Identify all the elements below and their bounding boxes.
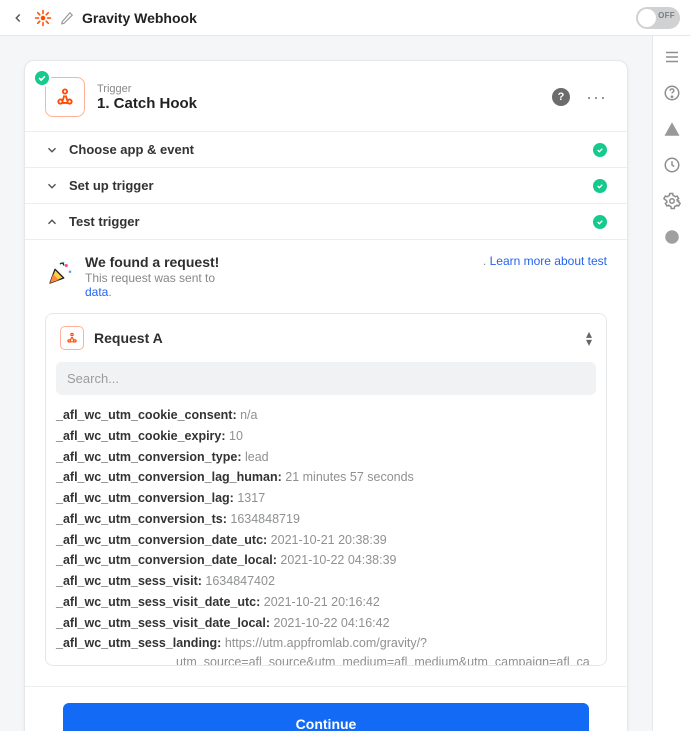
- request-selector[interactable]: Request A ▴▾: [46, 314, 606, 362]
- substep-choose-app-label: Choose app & event: [69, 142, 194, 157]
- substep-test-trigger-label: Test trigger: [69, 214, 140, 229]
- canvas: Trigger 1. Catch Hook ? ··· Choose app &…: [0, 36, 652, 731]
- step-header-actions: ? ···: [552, 88, 607, 106]
- step-help-button[interactable]: ?: [552, 88, 570, 106]
- outline-icon[interactable]: [661, 46, 683, 68]
- history-icon[interactable]: [661, 154, 683, 176]
- toggle-knob: [638, 9, 656, 27]
- settings-icon[interactable]: [661, 190, 683, 212]
- request-selector-label: Request A: [94, 330, 163, 346]
- substep-setup-trigger-label: Set up trigger: [69, 178, 154, 193]
- webhook-app-icon: [60, 326, 84, 350]
- data-row: _afl_wc_utm_conversion_date_local: 2021-…: [56, 550, 596, 571]
- test-trigger-body: We found a request! This request was sen…: [25, 239, 627, 686]
- request-data-list: _afl_wc_utm_cookie_consent: n/a_afl_wc_u…: [46, 405, 606, 665]
- data-row: _afl_wc_utm_conversion_lag_human: 21 min…: [56, 467, 596, 488]
- substep-complete-icon: [593, 179, 607, 193]
- topbar-left: Gravity Webhook: [10, 9, 197, 27]
- test-result-subtitle: This request was sent to data.: [85, 271, 219, 299]
- substep-setup-trigger[interactable]: Set up trigger: [25, 167, 627, 203]
- sort-arrows-icon: ▴▾: [586, 330, 592, 346]
- data-row: _afl_wc_utm_conversion_ts: 1634848719: [56, 509, 596, 530]
- data-row: _afl_wc_utm_sess_visit_date_local: 2021-…: [56, 613, 596, 634]
- data-row: _afl_wc_utm_conversion_type: lead: [56, 447, 596, 468]
- party-popper-icon: [45, 258, 75, 288]
- step-header: Trigger 1. Catch Hook ? ···: [25, 61, 627, 131]
- test-result-header: We found a request! This request was sen…: [45, 254, 607, 299]
- data-row: _afl_wc_utm_cookie_expiry: 10: [56, 426, 596, 447]
- test-result-title: We found a request!: [85, 254, 219, 270]
- data-row: _afl_wc_utm_conversion_lag: 1317: [56, 488, 596, 509]
- continue-button[interactable]: Continue: [63, 703, 589, 731]
- toggle-label: OFF: [658, 11, 675, 20]
- page-title: Gravity Webhook: [82, 10, 197, 26]
- substep-complete-icon: [593, 215, 607, 229]
- zapier-logo-icon: [34, 9, 52, 27]
- step-kind-label: Trigger: [97, 83, 197, 95]
- substep-complete-icon: [593, 143, 607, 157]
- trigger-step-card: Trigger 1. Catch Hook ? ··· Choose app &…: [24, 60, 628, 731]
- learn-more-link[interactable]: . Learn more about test: [483, 254, 607, 268]
- continue-wrap: Continue: [25, 686, 627, 731]
- enable-toggle[interactable]: OFF: [636, 7, 680, 29]
- warning-icon[interactable]: [661, 118, 683, 140]
- search-input[interactable]: [56, 362, 596, 395]
- step-complete-badge: [33, 69, 51, 87]
- test-data-link[interactable]: data: [85, 285, 108, 299]
- substep-choose-app[interactable]: Choose app & event: [25, 131, 627, 167]
- test-result-text: We found a request! This request was sen…: [85, 254, 219, 299]
- edit-title-icon[interactable]: [60, 11, 74, 25]
- info-icon[interactable]: [661, 226, 683, 248]
- data-row: _afl_wc_utm_sess_landing: https://utm.ap…: [56, 633, 596, 665]
- request-panel: Request A ▴▾ _afl_wc_utm_cookie_consent:…: [45, 313, 607, 666]
- help-icon[interactable]: [661, 82, 683, 104]
- webhook-app-icon: [45, 77, 85, 117]
- data-row: _afl_wc_utm_cookie_consent: n/a: [56, 405, 596, 426]
- topbar: Gravity Webhook OFF: [0, 0, 690, 36]
- back-button[interactable]: [10, 10, 26, 26]
- search-wrap: [46, 362, 606, 405]
- substep-test-trigger[interactable]: Test trigger: [25, 203, 627, 239]
- right-rail: [652, 36, 690, 731]
- data-row: _afl_wc_utm_sess_visit: 1634847402: [56, 571, 596, 592]
- data-row: _afl_wc_utm_conversion_date_utc: 2021-10…: [56, 530, 596, 551]
- step-header-text: Trigger 1. Catch Hook: [97, 83, 197, 112]
- step-menu-button[interactable]: ···: [586, 92, 607, 102]
- step-title: 1. Catch Hook: [97, 95, 197, 112]
- data-row: _afl_wc_utm_sess_visit_date_utc: 2021-10…: [56, 592, 596, 613]
